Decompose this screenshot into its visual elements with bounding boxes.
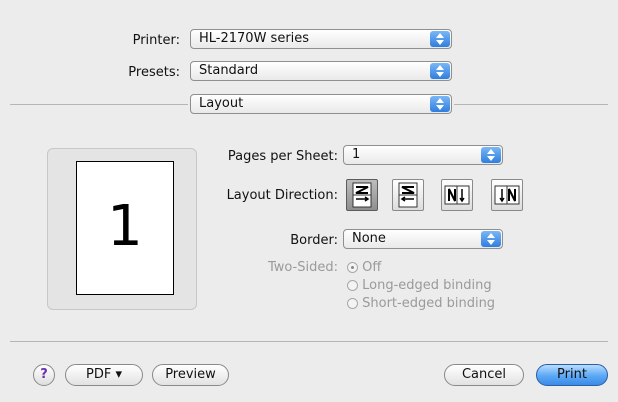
printer-value: HL-2170W series [199,31,310,46]
bottom-separator [10,341,608,342]
printer-label: Printer: [132,33,180,48]
help-button[interactable]: ? [33,364,55,386]
popup-arrows-icon [481,147,501,163]
radio-icon [347,298,358,309]
two-sided-short-edge-option[interactable]: Short-edged binding [347,296,495,311]
reverse-n-direction-icon [444,185,470,205]
two-sided-long-edge-option[interactable]: Long-edged binding [347,278,492,293]
two-sided-short-edge-label: Short-edged binding [362,296,496,311]
popup-arrows-icon [430,96,450,112]
print-button[interactable]: Print [536,364,608,386]
border-label: Border: [290,233,338,248]
panel-select[interactable]: Layout [190,94,452,114]
pages-per-sheet-select[interactable]: 1 [343,145,503,165]
separator-left [10,104,188,105]
presets-value: Standard [199,63,259,78]
z-direction-icon [352,182,372,208]
preview-area: 1 [47,148,197,310]
pages-per-sheet-value: 1 [352,147,361,162]
two-sided-label: Two-Sided: [267,260,338,275]
s-direction-icon [398,182,418,208]
popup-arrows-icon [430,63,450,79]
radio-selected-icon [347,262,358,273]
popup-arrows-icon [481,231,501,247]
panel-value: Layout [199,96,244,111]
n-direction-icon [494,185,520,205]
layout-direction-s-button[interactable] [392,179,424,211]
layout-direction-label: Layout Direction: [226,188,338,203]
two-sided-long-edge-label: Long-edged binding [362,278,492,293]
border-select[interactable]: None [343,229,503,249]
pdf-menu-button[interactable]: PDF ▾ [65,364,143,386]
presets-label: Presets: [128,65,180,80]
cancel-button[interactable]: Cancel [444,364,524,386]
layout-direction-z-button[interactable] [346,179,378,211]
presets-select[interactable]: Standard [190,61,452,81]
layout-direction-reverse-n-button[interactable] [441,179,473,211]
separator-right [454,104,608,105]
pages-per-sheet-label: Pages per Sheet: [227,149,338,164]
popup-arrows-icon [430,31,450,47]
layout-direction-n-button[interactable] [491,179,523,211]
preview-page-number: 1 [107,194,143,259]
preview-button[interactable]: Preview [152,364,229,386]
border-value: None [352,231,386,246]
printer-select[interactable]: HL-2170W series [190,29,452,49]
radio-icon [347,280,358,291]
two-sided-off-option[interactable]: Off [347,260,381,275]
two-sided-off-label: Off [362,260,382,275]
